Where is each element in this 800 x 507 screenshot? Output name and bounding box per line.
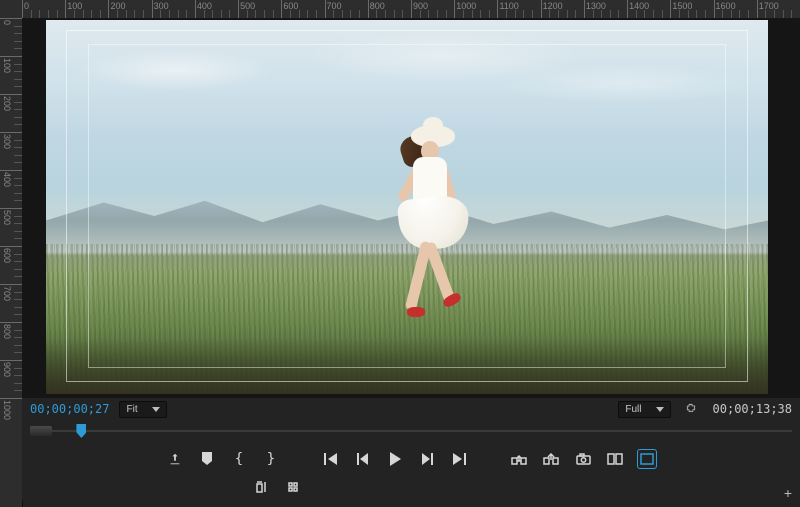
mini-timeline[interactable] — [22, 420, 800, 446]
go-to-out-button[interactable] — [450, 450, 468, 468]
resolution-dropdown[interactable]: Full — [618, 401, 670, 418]
chevron-down-icon — [152, 407, 160, 412]
transport-row-2 — [22, 474, 800, 500]
step-back-button[interactable] — [354, 450, 372, 468]
mini-timeline-handle[interactable] — [30, 426, 52, 436]
info-bar: 00;00;00;27 Fit Full 00;00;13;38 — [22, 398, 800, 420]
playhead[interactable] — [76, 424, 86, 438]
settings-icon[interactable] — [681, 402, 703, 416]
ruler-horizontal[interactable]: 0100200300400500600700800900100011001200… — [22, 0, 800, 19]
canvas-area[interactable] — [22, 18, 800, 398]
insert-button[interactable] — [254, 478, 272, 496]
button-editor-add-button[interactable]: + — [784, 485, 792, 501]
mark-in-button[interactable]: { — [230, 450, 248, 468]
video-frame — [46, 20, 768, 394]
transport-controls: { } — [22, 444, 800, 474]
export-frame-button[interactable] — [166, 450, 184, 468]
resolution-label: Full — [625, 404, 641, 415]
total-timecode[interactable]: 00;00;13;38 — [713, 402, 792, 416]
zoom-dropdown[interactable]: Fit — [119, 401, 166, 418]
ruler-origin — [0, 0, 23, 19]
current-timecode[interactable]: 00;00;00;27 — [30, 402, 109, 416]
zoom-label: Fit — [126, 404, 137, 415]
mark-out-button[interactable]: } — [262, 450, 280, 468]
extract-button[interactable] — [542, 450, 560, 468]
comparison-view-button[interactable] — [606, 450, 624, 468]
step-forward-button[interactable] — [418, 450, 436, 468]
add-marker-button[interactable] — [198, 450, 216, 468]
overwrite-button[interactable] — [286, 478, 304, 496]
mini-timeline-track[interactable] — [52, 430, 792, 432]
ruler-vertical[interactable]: 01002003004005006007008009001000 — [0, 18, 23, 507]
play-button[interactable] — [386, 450, 404, 468]
lift-button[interactable] — [510, 450, 528, 468]
chevron-down-icon — [656, 407, 664, 412]
safe-margins-button[interactable] — [638, 450, 656, 468]
program-monitor-panel: 0100200300400500600700800900100011001200… — [0, 0, 800, 507]
go-to-in-button[interactable] — [322, 450, 340, 468]
export-still-button[interactable] — [574, 450, 592, 468]
